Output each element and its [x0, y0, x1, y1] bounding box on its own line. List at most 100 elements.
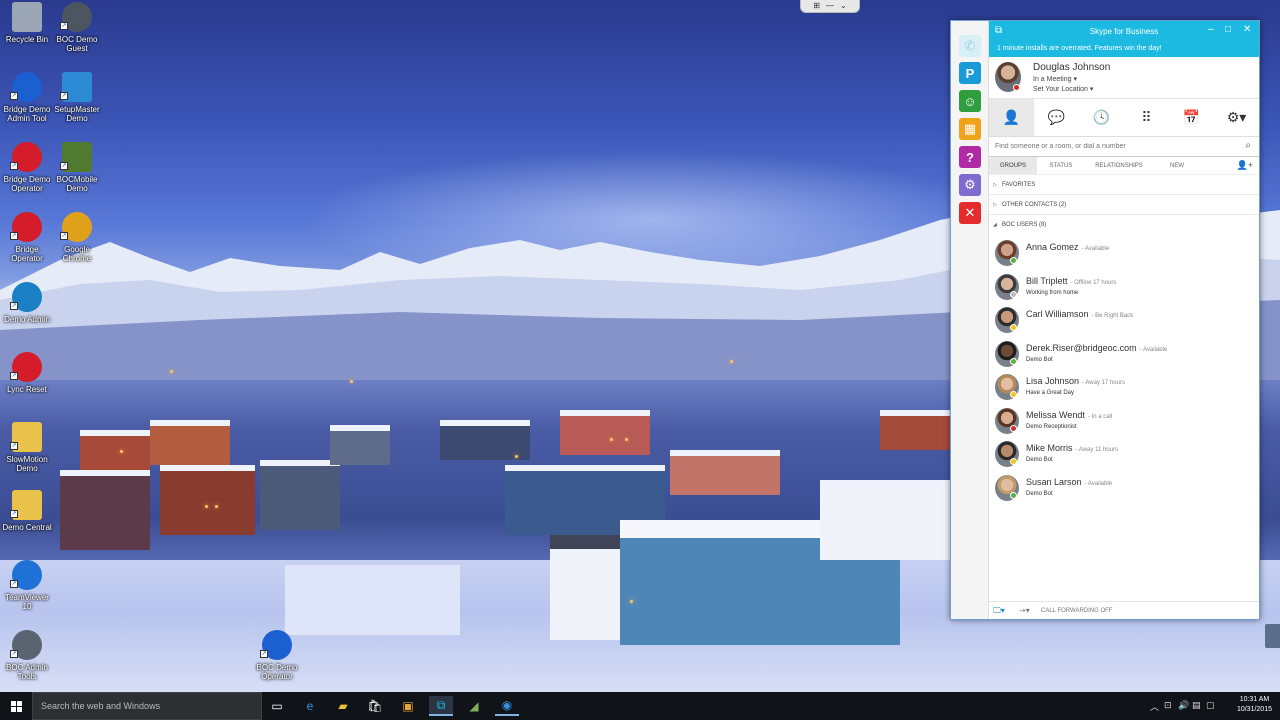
desktop-icon[interactable]: ↗ Bridge Demo Admin Tool: [0, 72, 54, 123]
desktop-icon[interactable]: ↗ Google Chrome: [50, 212, 104, 263]
presence-busy-icon: [1013, 84, 1020, 91]
desktop-icon-label: BOC Admin Tools: [6, 663, 48, 681]
grid-icon[interactable]: ▦: [959, 118, 981, 140]
store-icon[interactable]: 🛍: [363, 696, 387, 716]
shortcut-arrow-icon: ↗: [60, 92, 68, 100]
contact-row[interactable]: Melissa Wendt - In a call Demo Receptionis…: [989, 404, 1259, 438]
desktop-icon[interactable]: ↗ Demo Admin: [0, 282, 54, 324]
tab-history[interactable]: 🕓: [1079, 99, 1124, 136]
contact-status: - Be Right Back: [1091, 313, 1134, 319]
desktop-icon[interactable]: ↗ BOC Demo Guest: [50, 2, 104, 53]
search-icon[interactable]: ⌕: [1245, 140, 1251, 151]
skype-taskbar-icon[interactable]: ⧉: [429, 696, 453, 716]
keyboard-icon[interactable]: ▤: [1192, 700, 1201, 711]
contact-name: Susan Larson: [1026, 476, 1082, 487]
group-favorites[interactable]: ▷ FAVORITES: [989, 175, 1259, 195]
contact-row[interactable]: Mike Morris - Away 11 hours Demo Bot: [989, 437, 1259, 471]
close-button[interactable]: ✕: [1243, 24, 1251, 35]
device-icon[interactable]: 🖵▾: [993, 602, 1005, 620]
window-light: [730, 360, 733, 363]
status-dropdown[interactable]: In a Meeting ▾: [1033, 75, 1077, 83]
group-label: OTHER CONTACTS (2): [1002, 202, 1067, 208]
desktop-icon[interactable]: ↗ Demo Central: [0, 490, 54, 532]
chat-bubble-icon: 💬: [1047, 109, 1066, 125]
minimize-icon[interactable]: —: [826, 0, 834, 12]
tab-dialpad[interactable]: ⠿: [1124, 99, 1169, 136]
help-icon[interactable]: ?: [959, 146, 981, 168]
desktop-icon[interactable]: ↗ TeamViewer 10: [0, 560, 54, 611]
side-panel-handle[interactable]: [1265, 624, 1280, 648]
start-button[interactable]: [0, 692, 32, 720]
presence-indicator-icon: [1010, 257, 1017, 264]
desktop-icon[interactable]: ↗ SlowMotion Demo: [0, 422, 54, 473]
options-button[interactable]: ⚙▾: [1214, 99, 1259, 136]
desktop-icon[interactable]: ↗ Bridge Demo Operator: [0, 142, 54, 193]
shortcut-arrow-icon: ↗: [10, 372, 18, 380]
settings-icon[interactable]: ⚙: [959, 174, 981, 196]
contact-name-line: Bill Triplett - Offline 17 hours: [1026, 276, 1116, 286]
shortcut-arrow-icon: ↗: [60, 22, 68, 30]
tab-conversations[interactable]: 💬: [1034, 99, 1079, 136]
view-tabs: GROUPS STATUS RELATIONSHIPS NEW 👤+: [989, 157, 1259, 175]
desktop-icon[interactable]: Recycle Bin: [0, 2, 54, 44]
shortcut-arrow-icon: ↗: [10, 580, 18, 588]
house: [670, 450, 780, 495]
taskbar-search[interactable]: Search the web and Windows: [32, 692, 262, 720]
notifications-icon[interactable]: ▢: [1206, 700, 1215, 711]
tab-meetings[interactable]: 📅: [1169, 99, 1214, 136]
call-forwarding-status[interactable]: CALL FORWARDING OFF: [1041, 602, 1112, 620]
contact-row[interactable]: Derek.Riser@bridgeoc.com - Available Demo …: [989, 337, 1259, 371]
task-view-icon[interactable]: ▭: [265, 696, 289, 716]
maximize-button[interactable]: □: [1225, 24, 1231, 35]
location-dropdown[interactable]: Set Your Location ▾: [1033, 85, 1093, 93]
chevron-up-icon[interactable]: ︿: [1150, 700, 1159, 713]
desktop-icon[interactable]: ↗ SetupMaster Demo: [50, 72, 104, 123]
contact-status: - Available: [1081, 246, 1110, 252]
pin-icon[interactable]: ⊞: [813, 0, 820, 12]
desktop-icon[interactable]: ↗ BOCMobile Demo: [50, 142, 104, 193]
house: [820, 480, 950, 560]
contact-row[interactable]: Bill Triplett - Offline 17 hours Working f…: [989, 270, 1259, 304]
contact-row[interactable]: Lisa Johnson - Away 17 hours Have a Great …: [989, 370, 1259, 404]
file-explorer-icon[interactable]: ▰: [331, 696, 355, 716]
contact-row[interactable]: Carl Williamson - Be Right Back: [989, 303, 1259, 337]
bridge-taskbar-icon[interactable]: ◉: [495, 696, 519, 716]
parking-icon[interactable]: P: [959, 62, 981, 84]
tab-relationships[interactable]: RELATIONSHIPS: [1085, 157, 1153, 174]
group-boc-users[interactable]: ◢ BOC USERS (8): [989, 215, 1259, 235]
contacts-icon[interactable]: ☺: [959, 90, 981, 112]
desktop-icon[interactable]: ↗ Lync Reset: [0, 352, 54, 394]
phone-icon[interactable]: ✆: [959, 35, 981, 57]
window-light: [350, 380, 353, 383]
contact-row[interactable]: Anna Gomez - Available: [989, 236, 1259, 270]
contact-name: Anna Gomez: [1026, 242, 1079, 252]
call-forwarding-icon[interactable]: ⇢▾: [1019, 602, 1030, 620]
desktop-icon-label: BOC Demo Guest: [56, 35, 98, 53]
desktop-icon[interactable]: ↗ BOC Admin Tools: [0, 630, 54, 681]
desktop-icon-label: BOC Demo Operator: [256, 663, 298, 681]
desktop-icon-label: Demo Central: [2, 523, 52, 532]
contact-name: Carl Williamson: [1026, 309, 1089, 319]
contact-row[interactable]: Susan Larson - Available Demo Bot: [989, 471, 1259, 505]
add-contact-icon[interactable]: 👤+: [1237, 160, 1253, 171]
group-other-contacts[interactable]: ▷ OTHER CONTACTS (2): [989, 195, 1259, 215]
edge-icon[interactable]: e: [298, 696, 322, 716]
volume-icon[interactable]: 🔊: [1178, 700, 1189, 711]
desktop-icon[interactable]: ↗ Bridge Operator: [0, 212, 54, 263]
boc-mobile-taskbar-icon[interactable]: ◢: [462, 696, 486, 716]
chevron-down-icon[interactable]: ⌄: [840, 0, 847, 12]
close-icon[interactable]: ✕: [959, 202, 981, 224]
search-input[interactable]: [989, 137, 1229, 155]
network-icon[interactable]: ⊡: [1164, 700, 1172, 711]
remote-control-bar[interactable]: ⊞ — ⌄: [800, 0, 860, 13]
tab-status[interactable]: STATUS: [1037, 157, 1085, 174]
contact-status: - In a call: [1087, 413, 1113, 420]
tab-contacts[interactable]: 👤: [989, 99, 1034, 136]
minimize-button[interactable]: –: [1208, 24, 1214, 35]
tab-groups[interactable]: GROUPS: [989, 157, 1037, 174]
tab-new[interactable]: NEW: [1153, 157, 1201, 174]
desktop-icon[interactable]: ↗ BOC Demo Operator: [250, 630, 304, 681]
house: [80, 430, 150, 470]
clock[interactable]: 10:31 AM 10/31/2015: [1237, 695, 1272, 715]
app-icon[interactable]: ▣: [396, 696, 420, 716]
